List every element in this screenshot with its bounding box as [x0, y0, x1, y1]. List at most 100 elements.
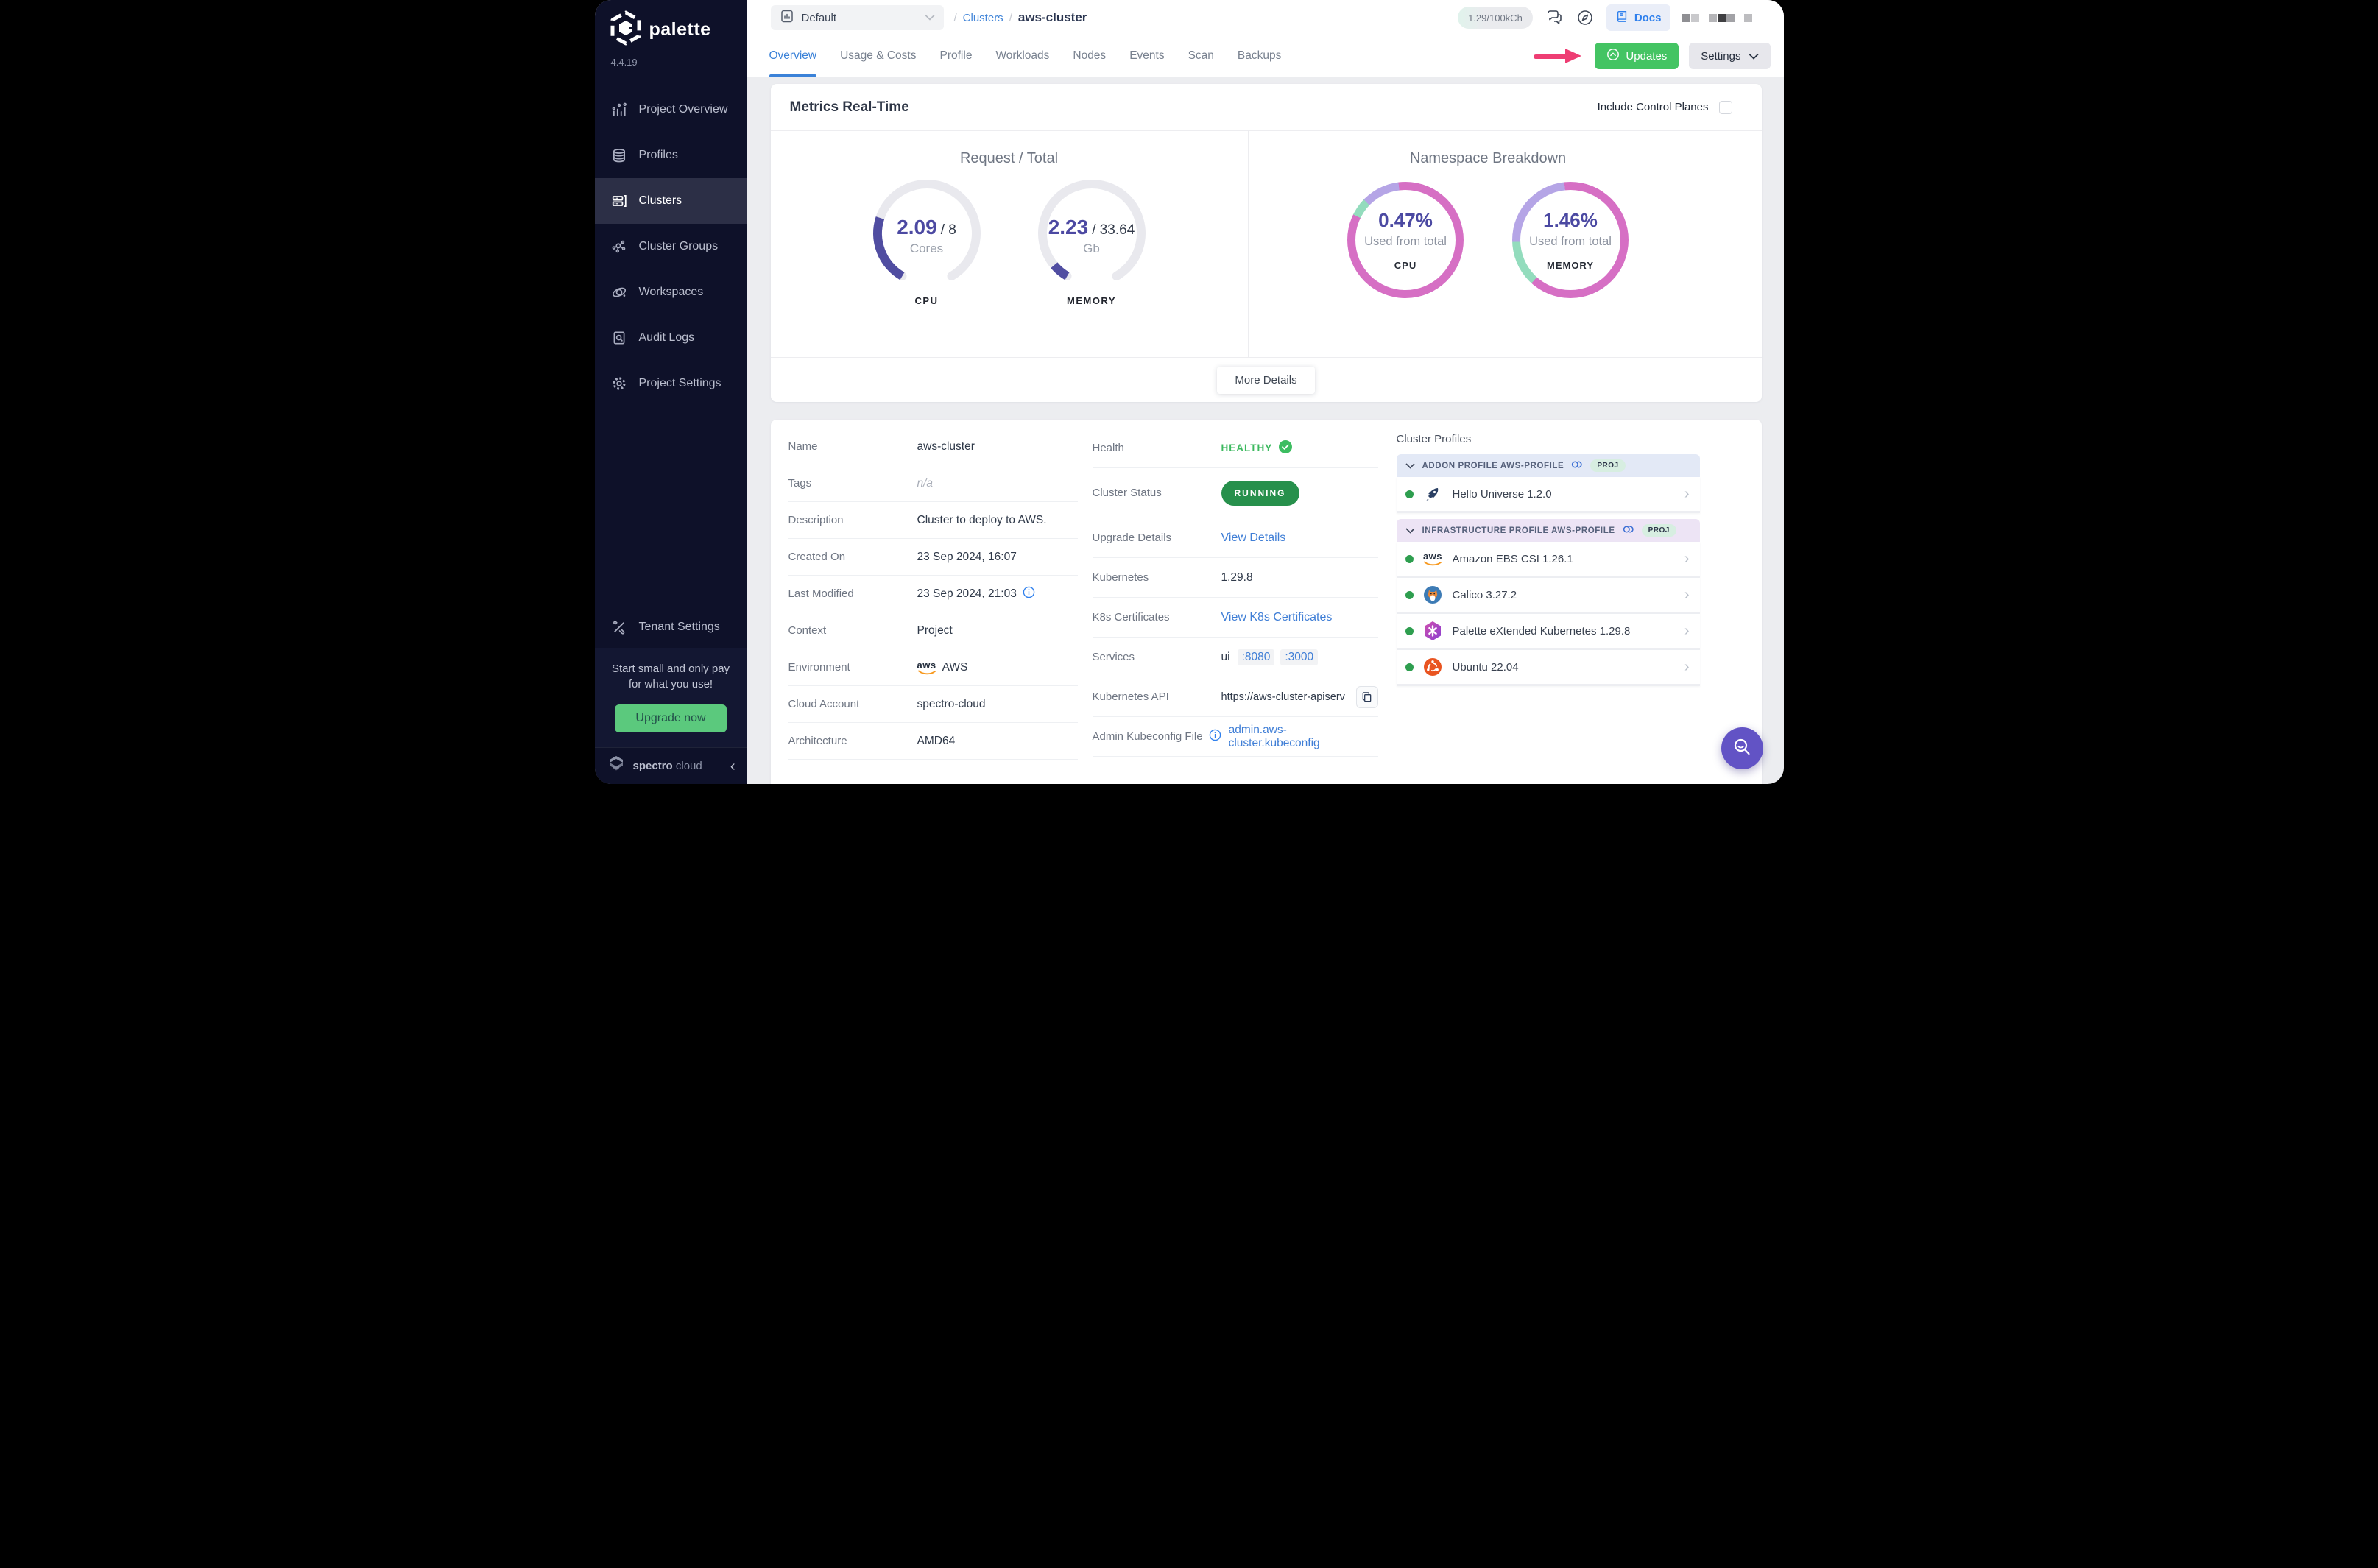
sidebar-item-workspaces[interactable]: Workspaces	[595, 269, 747, 315]
sidebar: palette 4.4.19 Project Overview Profiles…	[594, 0, 747, 784]
usage-credits-badge: 1.29/100kCh	[1458, 7, 1533, 29]
breadcrumb-separator: /	[1009, 11, 1012, 24]
sidebar-item-cluster-groups[interactable]: Cluster Groups	[595, 224, 747, 269]
tab-workloads[interactable]: Workloads	[995, 35, 1049, 77]
upgrade-promo: Start small and only pay for what you us…	[594, 647, 747, 747]
tab-profile[interactable]: Profile	[940, 35, 973, 77]
cpu-request-value: 2.09	[897, 215, 937, 239]
chevron-down-icon	[1748, 50, 1759, 63]
view-details-link[interactable]: View Details	[1221, 532, 1286, 545]
project-overview-icon	[611, 102, 627, 118]
cpu-total-value: / 8	[940, 222, 956, 238]
status-row-upgrade-details: Upgrade Details View Details	[1092, 518, 1378, 558]
kubernetes-api-url: https://aws-cluster-apiserve...	[1221, 691, 1345, 703]
tab-events[interactable]: Events	[1129, 35, 1164, 77]
chevron-down-icon	[1405, 524, 1415, 537]
status-column: Health HEALTHY Cluster Status RUNNING Up…	[1092, 428, 1378, 784]
service-name: ui	[1221, 650, 1230, 663]
audit-logs-icon	[611, 330, 627, 346]
sidebar-item-profiles[interactable]: Profiles	[595, 133, 747, 178]
cluster-details-card: Name aws-cluster Tags n/a Description Cl…	[770, 420, 1762, 784]
status-row-kubeconfig: Admin Kubeconfig File admin.aws-cluster.…	[1092, 717, 1378, 757]
status-row-kubernetes-api: Kubernetes API https://aws-cluster-apise…	[1092, 677, 1378, 717]
sidebar-item-label: Clusters	[638, 194, 682, 207]
sidebar-item-label: Project Settings	[638, 377, 721, 389]
health-status: HEALTHY	[1221, 439, 1294, 456]
profile-pack-name: Amazon EBS CSI 1.26.1	[1452, 552, 1573, 565]
sidebar-footer: spectro cloud ‹	[594, 747, 747, 784]
collapse-sidebar-icon[interactable]: ‹	[730, 759, 735, 774]
status-dot-icon	[1405, 490, 1414, 498]
palette-logo-icon	[610, 10, 642, 49]
annotation-arrow-icon	[1534, 46, 1584, 66]
running-status-badge: RUNNING	[1221, 480, 1299, 506]
compass-icon[interactable]	[1576, 8, 1595, 27]
project-settings-icon	[611, 375, 627, 392]
promo-text: Start small and only pay for what you us…	[611, 662, 730, 691]
profile-pack-calico[interactable]: Calico 3.27.2 ›	[1396, 578, 1700, 614]
sidebar-item-project-overview[interactable]: Project Overview	[595, 87, 747, 133]
infrastructure-profile-header[interactable]: INFRASTRUCTURE PROFILE AWS-PROFILE PROJ	[1396, 519, 1700, 542]
info-icon[interactable]	[1209, 729, 1221, 744]
service-port-link[interactable]: :8080	[1237, 649, 1275, 665]
chat-icon[interactable]	[1545, 8, 1564, 27]
chevron-right-icon: ›	[1684, 486, 1690, 502]
docs-label: Docs	[1634, 11, 1662, 24]
more-details-button[interactable]: More Details	[1217, 366, 1315, 394]
sidebar-item-project-settings[interactable]: Project Settings	[595, 361, 747, 406]
sidebar-item-clusters[interactable]: Clusters	[594, 178, 747, 224]
settings-label: Settings	[1701, 49, 1741, 63]
tab-usage-costs[interactable]: Usage & Costs	[840, 35, 916, 77]
settings-button[interactable]: Settings	[1689, 43, 1771, 69]
breadcrumb-current: aws-cluster	[1017, 10, 1087, 24]
profile-pack-palette-extended-kubernetes[interactable]: Palette eXtended Kubernetes 1.29.8 ›	[1396, 614, 1700, 650]
detail-row-name: Name aws-cluster	[788, 428, 1078, 465]
breadcrumb-separator: /	[953, 11, 957, 24]
detail-row-tags: Tags n/a	[788, 465, 1078, 502]
docs-button[interactable]: Docs	[1606, 4, 1670, 31]
tab-backups[interactable]: Backups	[1238, 35, 1281, 77]
pxk-icon	[1423, 621, 1443, 641]
addon-profile-header[interactable]: ADDON PROFILE AWS-PROFILE PROJ	[1396, 454, 1700, 477]
detail-row-context: Context Project	[788, 612, 1078, 649]
link-icon	[1623, 524, 1634, 537]
kubeconfig-file-link[interactable]: admin.aws-cluster.kubeconfig	[1229, 724, 1378, 750]
hello-universe-icon	[1423, 484, 1443, 504]
updates-button[interactable]: Updates	[1595, 43, 1679, 69]
cpu-gauge-label: CPU	[914, 295, 939, 306]
profile-pack-hello-universe[interactable]: Hello Universe 1.2.0 ›	[1396, 477, 1700, 513]
detail-row-cloud-account: Cloud Account spectro-cloud	[788, 686, 1078, 723]
view-k8s-certificates-link[interactable]: View K8s Certificates	[1221, 611, 1333, 624]
breadcrumb-clusters-link[interactable]: Clusters	[963, 12, 1003, 24]
upgrade-now-button[interactable]: Upgrade now	[615, 704, 727, 732]
namespace-cpu-label: CPU	[1394, 260, 1417, 271]
sidebar-menu: Project Overview Profiles Clusters Clust…	[594, 87, 747, 406]
sidebar-item-tenant-settings[interactable]: Tenant Settings	[595, 607, 747, 648]
calico-icon	[1423, 585, 1443, 605]
tab-nodes[interactable]: Nodes	[1073, 35, 1106, 77]
footer-brand: spectro cloud	[632, 760, 702, 772]
include-control-planes-checkbox[interactable]	[1718, 100, 1732, 114]
status-row-kubernetes: Kubernetes 1.29.8	[1092, 558, 1378, 598]
search-fab-button[interactable]	[1721, 727, 1763, 769]
project-chart-icon	[780, 9, 794, 27]
info-icon[interactable]	[1023, 586, 1035, 602]
sidebar-item-label: Cluster Groups	[638, 240, 719, 252]
namespace-memory-ring: 1.46% Used from total MEMORY	[1512, 182, 1629, 298]
copy-button[interactable]	[1355, 685, 1378, 708]
tab-overview[interactable]: Overview	[769, 35, 816, 77]
link-icon	[1571, 459, 1583, 473]
project-selector[interactable]: Default	[770, 5, 944, 30]
status-dot-icon	[1405, 590, 1414, 599]
updates-label: Updates	[1626, 49, 1668, 63]
metrics-card-footer: More Details	[770, 357, 1762, 402]
profile-pack-ubuntu[interactable]: Ubuntu 22.04 ›	[1396, 650, 1700, 686]
search-icon	[1732, 737, 1752, 760]
profile-pack-name: Ubuntu 22.04	[1452, 660, 1519, 674]
profile-pack-amazon-ebs-csi[interactable]: aws Amazon EBS CSI 1.26.1 ›	[1396, 542, 1700, 578]
tab-scan[interactable]: Scan	[1188, 35, 1214, 77]
updates-circle-up-icon	[1606, 48, 1620, 64]
sidebar-item-audit-logs[interactable]: Audit Logs	[595, 315, 747, 361]
page-content: Metrics Real-Time Include Control Planes…	[747, 77, 1784, 784]
service-port-link[interactable]: :3000	[1280, 649, 1319, 665]
